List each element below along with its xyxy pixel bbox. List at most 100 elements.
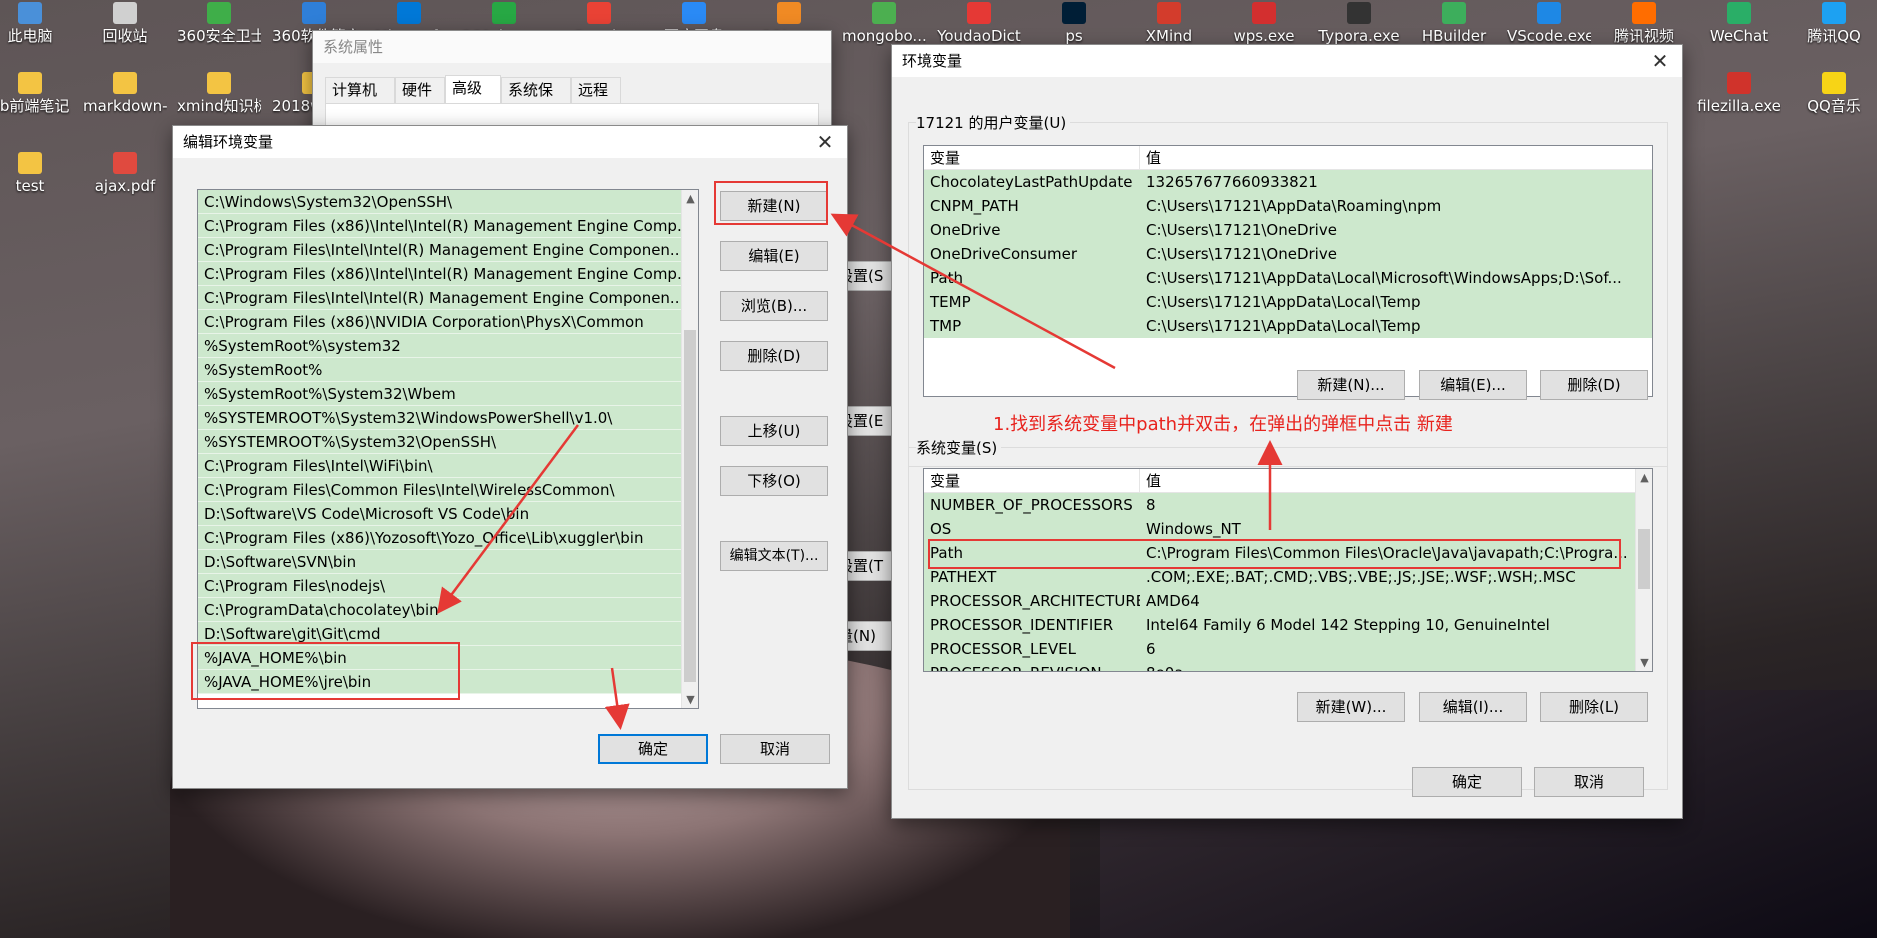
edit-button[interactable]: 编辑(E) — [720, 241, 828, 271]
scroll-down-icon[interactable]: ▼ — [1636, 654, 1652, 671]
path-entry[interactable]: C:\Program Files (x86)\Intel\Intel(R) Ma… — [198, 262, 681, 286]
desktop-icon[interactable]: HBuilder — [1412, 2, 1496, 46]
path-entry[interactable]: C:\Program Files\Common Files\Intel\Wire… — [198, 478, 681, 502]
move-up-button[interactable]: 上移(U) — [720, 416, 828, 446]
user-vars-table[interactable]: 变量 值 ChocolateyLastPathUpdate 13265767766… — [923, 145, 1653, 397]
path-entry[interactable]: C:\Program Files\nodejs\ — [198, 574, 681, 598]
env-var-row[interactable]: PROCESSOR_LEVEL 6 — [924, 637, 1635, 661]
desktop-icon[interactable]: ajax.pdf — [83, 152, 167, 196]
system-edit-button[interactable]: 编辑(I)... — [1419, 692, 1527, 722]
browse-button[interactable]: 浏览(B)... — [720, 291, 828, 321]
desktop-icon[interactable]: 360安全卫士 — [177, 2, 261, 46]
env-var-row[interactable]: PROCESSOR_IDENTIFIER Intel64 Family 6 Mod… — [924, 613, 1635, 637]
edit-text-button[interactable]: 编辑文本(T)... — [720, 541, 828, 571]
path-entry[interactable]: %JAVA_HOME%\jre\bin — [198, 670, 681, 694]
system-new-button[interactable]: 新建(W)... — [1297, 692, 1405, 722]
path-entry[interactable]: D:\Software\VS Code\Microsoft VS Code\bi… — [198, 502, 681, 526]
path-entries-list[interactable]: C:\Windows\System32\OpenSSH\ C:\Program F… — [197, 189, 699, 709]
col-header-val[interactable]: 值 — [1140, 469, 1161, 492]
path-entry[interactable]: %SystemRoot% — [198, 358, 681, 382]
env-var-row[interactable]: OneDrive C:\Users\17121\OneDrive — [924, 218, 1652, 242]
env-var-row[interactable]: TEMP C:\Users\17121\AppData\Local\Temp — [924, 290, 1652, 314]
scroll-down-icon[interactable]: ▼ — [682, 691, 698, 708]
path-entry[interactable]: C:\ProgramData\chocolatey\bin — [198, 598, 681, 622]
user-edit-button[interactable]: 编辑(E)... — [1419, 370, 1527, 400]
env-var-row[interactable]: PROCESSOR_REVISION8e0a — [924, 661, 1635, 671]
desktop-icon[interactable]: ps — [1032, 2, 1116, 46]
path-entry[interactable]: C:\Program Files\Intel\Intel(R) Manageme… — [198, 286, 681, 310]
env-var-row[interactable]: Path C:\Program Files\Common Files\Oracle… — [924, 541, 1635, 565]
scroll-thumb[interactable] — [1638, 529, 1650, 589]
path-entry[interactable]: %SystemRoot%\System32\Wbem — [198, 382, 681, 406]
desktop-icon[interactable]: markdown-博客素材 — [83, 72, 167, 116]
env-ok-button[interactable]: 确定 — [1412, 767, 1522, 797]
var-name: TEMP — [930, 293, 971, 311]
path-entry[interactable]: D:\Software\git\Git\cmd — [198, 622, 681, 646]
path-entry[interactable]: %JAVA_HOME%\bin — [198, 646, 681, 670]
new-button[interactable]: 新建(N) — [720, 191, 828, 221]
env-var-row[interactable]: ChocolateyLastPathUpdate 1326576776609338… — [924, 170, 1652, 194]
path-entry[interactable]: %SYSTEMROOT%\System32\OpenSSH\ — [198, 430, 681, 454]
env-var-row[interactable]: Path C:\Users\17121\AppData\Local\Microso… — [924, 266, 1652, 290]
path-entry[interactable]: C:\Program Files (x86)\NVIDIA Corporatio… — [198, 310, 681, 334]
system-vars-table[interactable]: 变量 值 NUMBER_OF_PROCESSORS 8 OS Windows_NT Pa… — [923, 468, 1653, 672]
system-vars-scrollbar[interactable]: ▲ ▼ — [1635, 469, 1652, 671]
desktop-icon[interactable]: VScode.exe — [1507, 2, 1591, 46]
path-entry[interactable]: D:\Software\SVN\bin — [198, 550, 681, 574]
tab-4[interactable]: 远程 — [571, 77, 621, 103]
env-var-row[interactable]: NUMBER_OF_PROCESSORS 8 — [924, 493, 1635, 517]
path-entry[interactable]: %SystemRoot%\system32 — [198, 334, 681, 358]
close-icon[interactable]: ✕ — [1638, 45, 1682, 77]
ok-button[interactable]: 确定 — [598, 734, 708, 764]
tab-0[interactable]: 计算机名 — [325, 77, 395, 123]
scroll-up-icon[interactable]: ▲ — [682, 190, 698, 207]
user-new-button[interactable]: 新建(N)... — [1297, 370, 1405, 400]
path-list-scrollbar[interactable]: ▲ ▼ — [681, 190, 698, 708]
desktop-icon[interactable]: YoudaoDict — [937, 2, 1021, 46]
delete-button[interactable]: 删除(D) — [720, 341, 828, 371]
desktop-icon[interactable]: xmind知识树 — [177, 72, 261, 116]
system-properties-tabs: 计算机名硬件高级系统保护远程 — [325, 75, 825, 123]
scroll-up-icon[interactable]: ▲ — [1636, 469, 1652, 486]
desktop-icon[interactable]: 回收站 — [83, 2, 167, 46]
desktop-icon[interactable]: 此电脑 — [0, 2, 72, 46]
env-var-row[interactable]: PATHEXT .COM;.EXE;.BAT;.CMD;.VBS;.VBE;.JS… — [924, 565, 1635, 589]
desktop-icon[interactable]: eb前端笔记 — [0, 72, 72, 116]
path-entry[interactable]: C:\Program Files (x86)\Yozosoft\Yozo_Off… — [198, 526, 681, 550]
env-var-row[interactable]: OneDriveConsumer C:\Users\17121\OneDrive — [924, 242, 1652, 266]
env-var-row[interactable]: PROCESSOR_ARCHITECTURE AMD64 — [924, 589, 1635, 613]
app-icon — [113, 152, 137, 174]
path-entry[interactable]: C:\Program Files (x86)\Intel\Intel(R) Ma… — [198, 214, 681, 238]
tab-2[interactable]: 高级 — [445, 75, 501, 103]
app-icon — [18, 152, 42, 174]
tab-3[interactable]: 系统保护 — [501, 77, 571, 123]
desktop-icon[interactable]: mongobo... — [842, 2, 926, 46]
desktop-icon[interactable]: test — [0, 152, 72, 196]
env-var-row[interactable]: TMP C:\Users\17121\AppData\Local\Temp — [924, 314, 1652, 338]
desktop-icon[interactable]: WeChat — [1697, 2, 1781, 46]
system-delete-button[interactable]: 删除(L) — [1540, 692, 1648, 722]
desktop-icon[interactable]: XMind — [1127, 2, 1211, 46]
desktop-icon[interactable]: wps.exe — [1222, 2, 1306, 46]
env-var-row[interactable]: OS Windows_NT — [924, 517, 1635, 541]
env-var-row[interactable]: CNPM_PATH C:\Users\17121\AppData\Roaming\… — [924, 194, 1652, 218]
desktop-icon[interactable]: 腾讯视频 — [1602, 2, 1686, 46]
tab-1[interactable]: 硬件 — [395, 77, 445, 103]
col-header-var[interactable]: 变量 — [924, 146, 1140, 169]
col-header-var[interactable]: 变量 — [924, 469, 1140, 492]
path-entry[interactable]: C:\Program Files\Intel\Intel(R) Manageme… — [198, 238, 681, 262]
desktop-icon[interactable]: 腾讯QQ — [1792, 2, 1876, 46]
desktop-icon[interactable]: QQ音乐 — [1792, 72, 1876, 116]
desktop-icon[interactable]: filezilla.exe — [1697, 72, 1781, 116]
col-header-val[interactable]: 值 — [1140, 146, 1161, 169]
close-icon[interactable]: ✕ — [803, 126, 847, 158]
path-entry[interactable]: C:\Program Files\Intel\WiFi\bin\ — [198, 454, 681, 478]
desktop-icon[interactable]: Typora.exe — [1317, 2, 1401, 46]
cancel-button[interactable]: 取消 — [720, 734, 830, 764]
scroll-thumb[interactable] — [684, 330, 696, 682]
path-entry[interactable]: %SYSTEMROOT%\System32\WindowsPowerShell\… — [198, 406, 681, 430]
user-delete-button[interactable]: 删除(D) — [1540, 370, 1648, 400]
move-down-button[interactable]: 下移(O) — [720, 466, 828, 496]
env-cancel-button[interactable]: 取消 — [1534, 767, 1644, 797]
path-entry[interactable]: C:\Windows\System32\OpenSSH\ — [198, 190, 681, 214]
